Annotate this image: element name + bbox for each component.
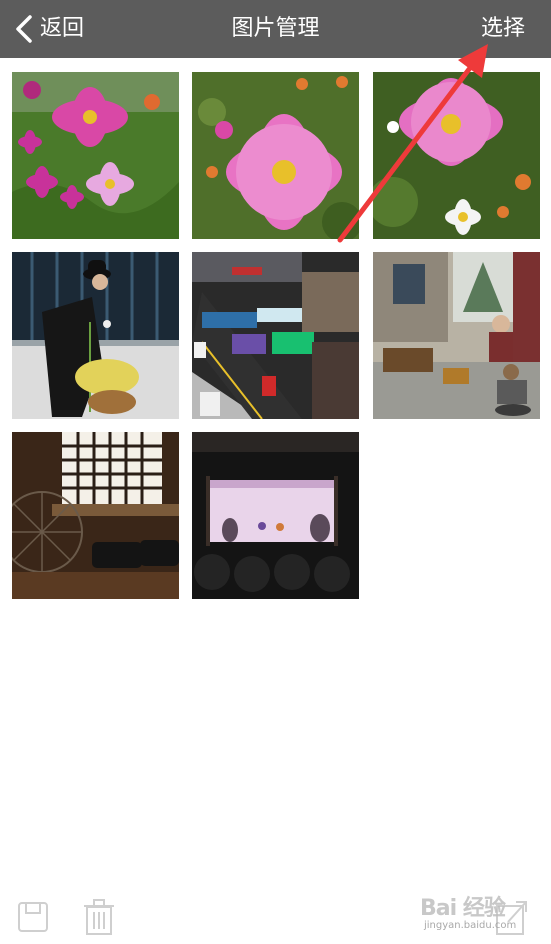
photo-thumbnail[interactable] xyxy=(12,432,179,599)
back-button[interactable]: 返回 xyxy=(14,12,84,46)
save-icon[interactable] xyxy=(16,900,50,934)
photo-thumbnail[interactable] xyxy=(373,252,540,419)
photo-thumbnail[interactable] xyxy=(192,432,359,599)
share-icon[interactable] xyxy=(494,898,530,936)
photo-thumbnail[interactable] xyxy=(192,72,359,239)
select-button[interactable]: 选择 xyxy=(481,12,525,46)
navigation-bar: 返回 图片管理 选择 xyxy=(0,0,551,58)
chevron-left-icon xyxy=(16,15,32,43)
photo-thumbnail[interactable] xyxy=(192,252,359,419)
trash-icon[interactable] xyxy=(82,898,116,936)
photo-thumbnail[interactable] xyxy=(373,72,540,239)
back-label: 返回 xyxy=(40,16,85,41)
photo-thumbnail[interactable] xyxy=(12,252,179,419)
photo-thumbnail[interactable] xyxy=(12,72,179,239)
watermark-main: Bai 经验 xyxy=(420,896,506,921)
